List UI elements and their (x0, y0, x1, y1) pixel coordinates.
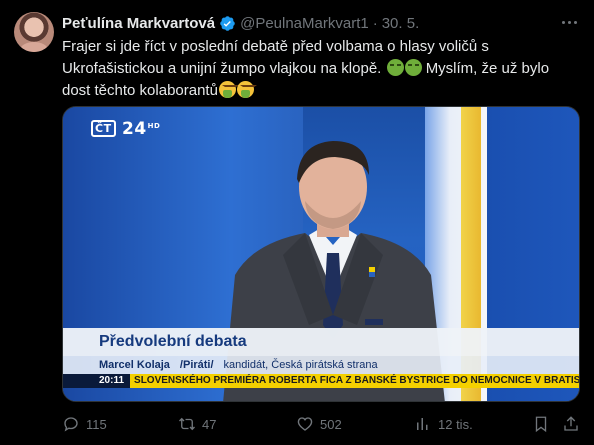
author-handle[interactable]: @PeulnaMarkvart1 (240, 15, 369, 32)
share-button[interactable] (562, 412, 580, 436)
heart-icon (297, 417, 313, 431)
tweet-date[interactable]: 30. 5. (382, 15, 420, 32)
lower-third-name: Marcel Kolaja /Piráti/ kandidát, Česká p… (63, 356, 579, 374)
reply-button[interactable]: 115 (62, 412, 107, 436)
tweet-line-text: dost těchto kolaborantů (62, 82, 218, 99)
separator-dot: · (372, 14, 378, 32)
views-button[interactable]: 12 tis. (414, 412, 473, 436)
nauseated-face-icon (386, 59, 404, 76)
nauseated-face-icon (404, 59, 422, 76)
guest-party: /Piráti/ (179, 359, 214, 371)
tweet-text: Frajer si jde říct v poslední debatě pře… (62, 36, 582, 102)
reply-count: 115 (86, 416, 107, 432)
view-count: 12 tis. (438, 416, 473, 432)
views-icon (417, 418, 428, 430)
guest-role: kandidát, Česká pirátská strana (223, 359, 378, 371)
vomiting-face-icon (236, 81, 257, 98)
ticker-time: 20:11 (63, 374, 131, 388)
more-options-icon[interactable] (558, 12, 580, 32)
ticker-text: SLOVENSKÉHO PREMIÉRA ROBERTA FICA Z BANS… (134, 375, 580, 386)
tweet-header: Peťulína Markvartová @PeulnaMarkvart1 · … (62, 13, 419, 33)
vomiting-face-icon (218, 81, 239, 98)
bookmark-icon (535, 416, 547, 433)
lower-third-title: Předvolební debata (63, 328, 579, 356)
tweet-media-image[interactable]: ČT 24HD Předvolební debata Marcel Kolaja… (62, 106, 580, 402)
guest-name: Marcel Kolaja (99, 359, 170, 371)
like-button[interactable]: 502 (296, 412, 342, 436)
ct24-logo: ČT 24HD (91, 119, 160, 139)
tweet-line: Frajer si jde říct v poslední debatě pře… (62, 38, 489, 55)
like-count: 502 (320, 416, 342, 432)
bookmark-button[interactable] (532, 412, 550, 436)
reply-icon (64, 417, 78, 432)
news-ticker: 20:11 SLOVENSKÉHO PREMIÉRA ROBERTA FICA … (63, 374, 580, 388)
channel-number: 24 (122, 119, 147, 139)
repost-button[interactable]: 47 (178, 412, 216, 436)
repost-icon (179, 417, 195, 431)
channel-suffix: HD (147, 122, 161, 130)
share-icon (564, 416, 578, 431)
tweet-line: Ukrofašistickou a unijní žumpo vlajkou n… (62, 58, 582, 80)
action-bar: 115 47 502 12 tis. (62, 412, 582, 436)
author-name[interactable]: Peťulína Markvartová (62, 15, 215, 32)
author-avatar[interactable] (14, 12, 54, 52)
tweet-line-text: Ukrofašistickou a unijní žumpo vlajkou n… (62, 60, 382, 77)
verified-badge-icon (220, 15, 235, 31)
tweet-line: dost těchto kolaborantů (62, 80, 582, 102)
tweet-line-text: Myslím, že už bylo (425, 60, 550, 77)
repost-count: 47 (202, 416, 217, 432)
